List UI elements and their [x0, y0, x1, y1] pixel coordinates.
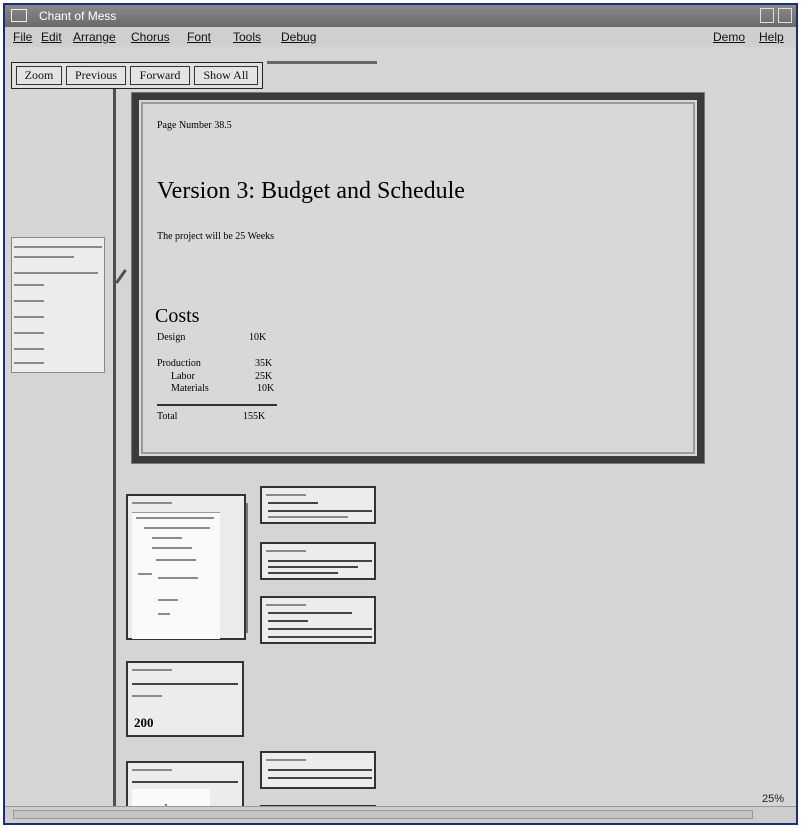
menu-bar: File Edit Arrange Chorus Font Tools Debu… [5, 27, 796, 47]
previous-button[interactable]: Previous [66, 66, 126, 85]
menu-font[interactable]: Font [187, 30, 211, 44]
tree-connector [113, 89, 116, 809]
slide-title: Version 3: Budget and Schedule [157, 178, 465, 204]
cost-value-production: 35K [255, 358, 273, 369]
slide-thumbnail[interactable] [260, 542, 376, 580]
window-menu-icon[interactable] [11, 9, 27, 22]
slide-subtitle: The project will be 25 Weeks [157, 231, 275, 242]
cost-value-design: 10K [249, 332, 267, 343]
total-rule [157, 404, 277, 406]
total-value: 155K [243, 411, 266, 422]
cost-label-production: Production [157, 358, 201, 369]
menu-debug[interactable]: Debug [281, 30, 316, 44]
minimize-icon[interactable] [760, 8, 774, 23]
costs-heading: Costs [155, 305, 200, 327]
cost-label-design: Design [157, 332, 186, 343]
nested-thumbnail [132, 512, 220, 639]
window-title: Chant of Mess [39, 9, 117, 23]
total-label: Total [157, 411, 178, 422]
cost-label-materials: Materials [171, 383, 209, 394]
zoomed-slide[interactable]: Page Number 38.5 Version 3: Budget and S… [131, 92, 705, 464]
toolbar: Zoom Previous Forward Show All [11, 62, 263, 89]
cost-value-materials: 10K [257, 383, 275, 394]
scrollbar-track[interactable] [13, 810, 753, 819]
slide-thumbnail[interactable]: 200 [126, 661, 244, 737]
nested-canvas-thumbnail[interactable] [11, 237, 105, 373]
menu-separator [267, 61, 377, 64]
horizontal-scrollbar[interactable] [5, 806, 796, 823]
menu-chorus[interactable]: Chorus [131, 30, 170, 44]
menu-tools[interactable]: Tools [233, 30, 261, 44]
title-bar: Chant of Mess [5, 5, 796, 27]
cost-value-labor: 25K [255, 371, 273, 382]
cost-label-labor: Labor [171, 371, 195, 382]
slide-thumbnail[interactable] [260, 486, 376, 524]
zoom-level: 25% [761, 793, 784, 805]
maximize-icon[interactable] [778, 8, 792, 23]
tree-branch [115, 269, 127, 284]
forward-button[interactable]: Forward [130, 66, 190, 85]
menu-demo[interactable]: Demo [713, 30, 745, 44]
menu-edit[interactable]: Edit [41, 30, 62, 44]
menu-file[interactable]: File [13, 30, 32, 44]
thumbnail-text: 200 [134, 715, 154, 730]
menu-arrange[interactable]: Arrange [73, 30, 116, 44]
zoom-button[interactable]: Zoom [16, 66, 62, 85]
slide-thumbnail[interactable] [260, 596, 376, 644]
menu-help[interactable]: Help [759, 30, 784, 44]
page-number: Page Number 38.5 [157, 120, 232, 131]
show-all-button[interactable]: Show All [194, 66, 258, 85]
slide-thumbnail[interactable] [260, 751, 376, 789]
slide-thumbnail[interactable] [126, 494, 246, 640]
app-window: Chant of Mess File Edit Arrange Chorus F… [3, 3, 798, 825]
slide-border [141, 102, 695, 454]
